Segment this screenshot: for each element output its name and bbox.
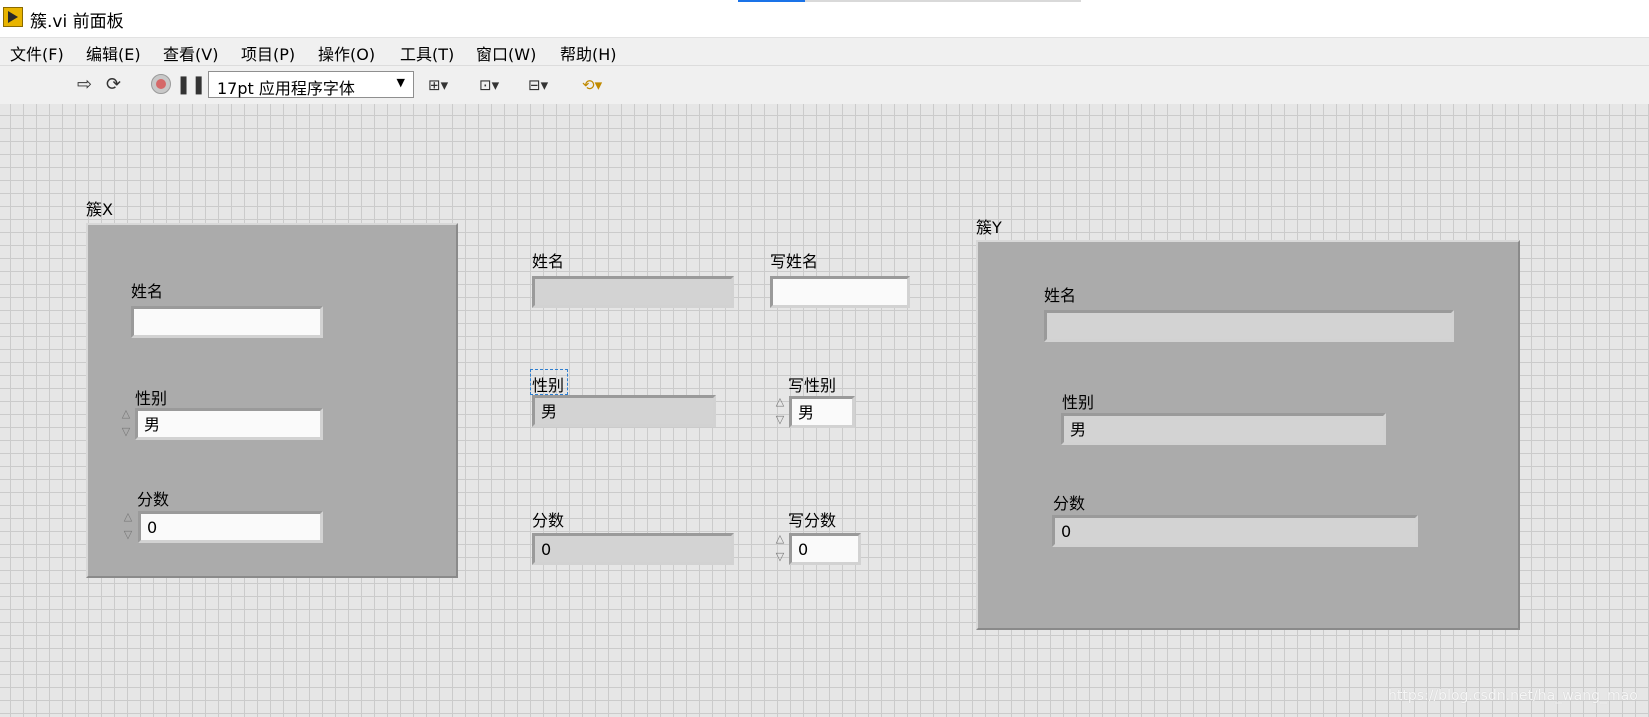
menu-project[interactable]: 项目(P) xyxy=(239,41,297,65)
cluster-x-name-label: 姓名 xyxy=(131,282,164,301)
write-gender-field[interactable]: 男 xyxy=(789,396,855,428)
tab-indicator-inactive xyxy=(805,0,1081,2)
distribute-objects-icon[interactable]: ⊡▾ xyxy=(479,74,499,96)
menu-view[interactable]: 查看(V) xyxy=(161,41,220,65)
cluster-x-score-label: 分数 xyxy=(137,490,170,509)
middle-name-indicator xyxy=(532,276,734,308)
cluster-y-label: 簇Y xyxy=(976,218,1002,237)
cluster-y-gender-indicator: 男 xyxy=(1061,413,1386,445)
chevron-down-icon: ▼ xyxy=(396,76,405,89)
write-score-label: 写分数 xyxy=(788,511,837,530)
align-objects-icon[interactable]: ⊞▾ xyxy=(428,74,448,96)
cluster-x-gender-field[interactable]: 男 xyxy=(135,408,323,440)
cluster-x-gender-label: 性别 xyxy=(135,389,168,408)
arrow-down-icon[interactable]: ▽ xyxy=(773,411,787,428)
font-select[interactable]: 17pt 应用程序字体 ▼ xyxy=(208,71,414,98)
middle-gender-label: 性别 xyxy=(532,376,565,395)
menu-file[interactable]: 文件(F) xyxy=(8,41,66,65)
arrow-down-icon[interactable]: ▽ xyxy=(119,423,133,440)
arrow-up-icon[interactable]: △ xyxy=(773,393,787,410)
cluster-y-name-indicator xyxy=(1044,310,1454,342)
arrow-down-icon[interactable]: ▽ xyxy=(121,526,135,543)
arrow-down-icon[interactable]: ▽ xyxy=(773,548,787,565)
write-gender-spinner[interactable]: △ ▽ xyxy=(773,393,787,429)
cluster-y-score-label: 分数 xyxy=(1053,494,1086,513)
write-score-field[interactable]: 0 xyxy=(789,533,861,565)
menu-tools[interactable]: 工具(T) xyxy=(398,41,456,65)
run-arrow-icon[interactable]: ⇨ xyxy=(77,74,92,96)
run-continuously-icon[interactable]: ⟳ xyxy=(106,74,121,96)
cluster-x-score-field[interactable]: 0 xyxy=(138,511,323,543)
toolbar: ⇨ ⟳ ❚❚ 17pt 应用程序字体 ▼ ⊞▾ ⊡▾ ⊟▾ ⟲▾ xyxy=(0,65,1649,105)
menu-window[interactable]: 窗口(W) xyxy=(474,41,538,65)
tab-indicator-active xyxy=(738,0,805,2)
write-score-spinner[interactable]: △ ▽ xyxy=(773,530,787,566)
window-title: 簇.vi 前面板 xyxy=(30,12,124,32)
menu-operate[interactable]: 操作(O) xyxy=(316,41,377,65)
cluster-y-score-indicator: 0 xyxy=(1052,515,1418,547)
reorder-icon[interactable]: ⟲▾ xyxy=(582,74,602,96)
cluster-y-gender-label: 性别 xyxy=(1062,393,1095,412)
font-select-value: 17pt 应用程序字体 xyxy=(217,79,355,98)
write-gender-label: 写性别 xyxy=(788,376,837,395)
cluster-y-name-label: 姓名 xyxy=(1044,286,1077,305)
menu-bar: 文件(F) 编辑(E) 查看(V) 项目(P) 操作(O) 工具(T) 窗口(W… xyxy=(0,37,1649,66)
menu-edit[interactable]: 编辑(E) xyxy=(84,41,143,65)
pause-icon[interactable]: ❚❚ xyxy=(176,74,206,96)
arrow-up-icon[interactable]: △ xyxy=(773,530,787,547)
write-name-label: 写姓名 xyxy=(770,252,819,271)
cluster-x-score-spinner[interactable]: △ ▽ xyxy=(121,508,135,544)
labview-vi-icon xyxy=(3,7,23,27)
resize-objects-icon[interactable]: ⊟▾ xyxy=(528,74,548,96)
menu-help[interactable]: 帮助(H) xyxy=(558,41,619,65)
cluster-x-name-field[interactable] xyxy=(131,306,323,338)
abort-icon[interactable] xyxy=(151,74,171,94)
middle-name-label: 姓名 xyxy=(532,252,565,271)
middle-gender-indicator: 男 xyxy=(532,395,716,427)
arrow-up-icon[interactable]: △ xyxy=(121,508,135,525)
title-bar: 簇.vi 前面板 xyxy=(0,0,1649,37)
middle-score-label: 分数 xyxy=(532,511,565,530)
arrow-up-icon[interactable]: △ xyxy=(119,405,133,422)
middle-score-indicator: 0 xyxy=(532,533,734,565)
cluster-x-label: 簇X xyxy=(86,200,113,219)
cluster-x-gender-spinner[interactable]: △ ▽ xyxy=(119,405,133,441)
write-name-field[interactable] xyxy=(770,276,910,308)
watermark-text: https://blog.csdn.net/ha_wang_mao xyxy=(1388,688,1638,704)
